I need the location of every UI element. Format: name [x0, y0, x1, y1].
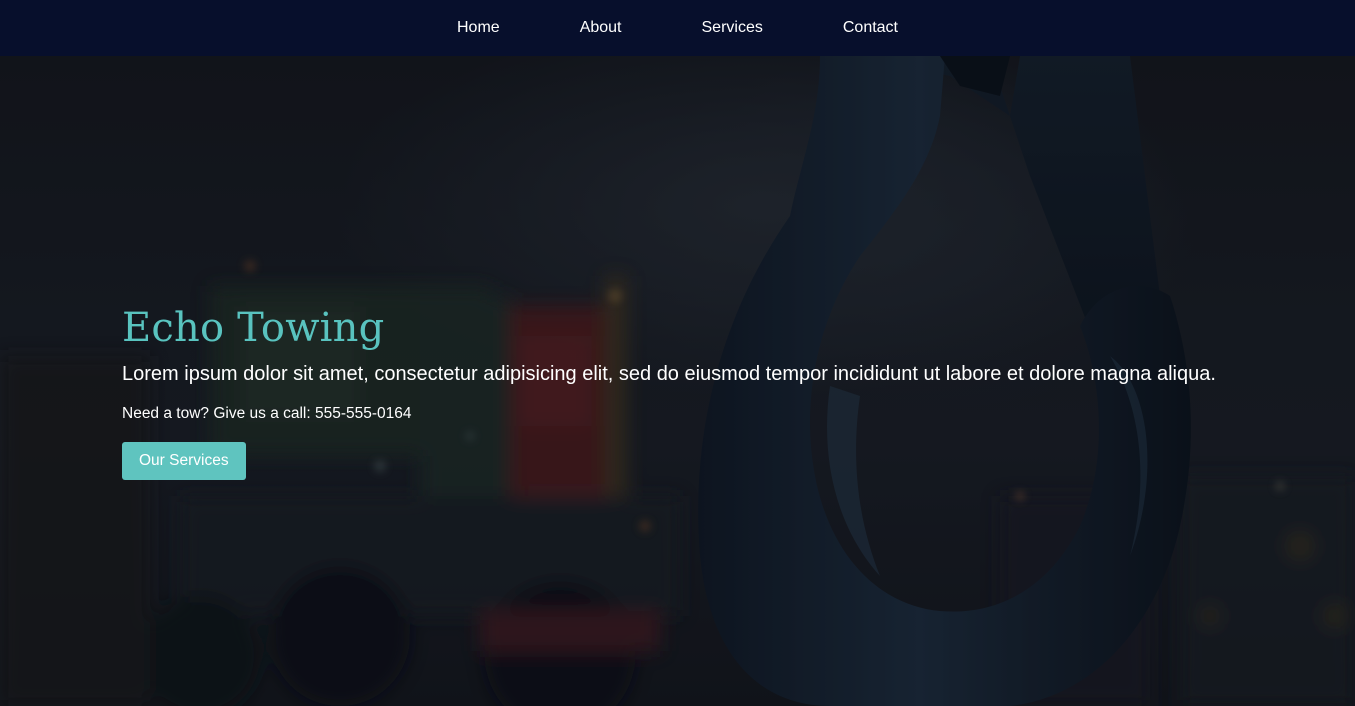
our-services-button[interactable]: Our Services: [122, 442, 246, 480]
hero-title: Echo Towing: [122, 305, 385, 351]
nav-link-home[interactable]: Home: [457, 19, 500, 37]
nav-link-about[interactable]: About: [580, 19, 622, 37]
nav-link-services[interactable]: Services: [702, 19, 763, 37]
nav-links: Home About Services Contact: [0, 0, 1355, 56]
nav-link-contact[interactable]: Contact: [843, 19, 898, 37]
top-navbar: Home About Services Contact: [0, 0, 1355, 56]
hero-lead-text: Lorem ipsum dolor sit amet, consectetur …: [122, 363, 1216, 385]
hero-section: Echo Towing Lorem ipsum dolor sit amet, …: [0, 56, 1355, 706]
hero-call-text: Need a tow? Give us a call: 555-555-0164: [122, 405, 412, 422]
hero-content: Echo Towing Lorem ipsum dolor sit amet, …: [122, 302, 1272, 480]
page: Home About Services Contact Echo Towing …: [0, 0, 1355, 706]
